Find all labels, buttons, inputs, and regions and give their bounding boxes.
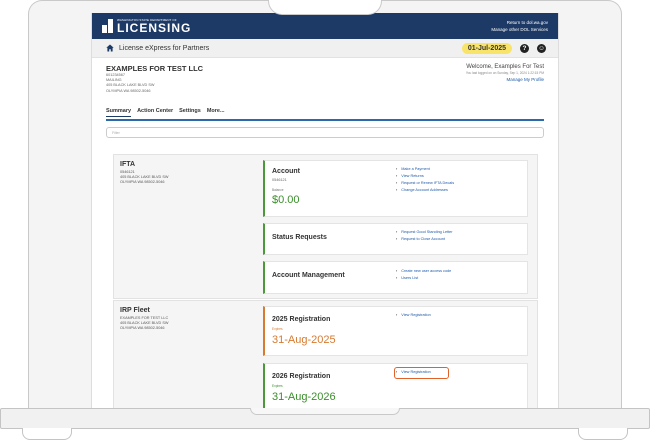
view-returns-link[interactable]: › View Returns	[396, 173, 454, 180]
registration-2026-expires-label: Expires	[272, 384, 283, 388]
registration-2026-title: 2026 Registration	[272, 373, 331, 380]
account-management-card: Account Management › Create new user acce…	[263, 261, 528, 294]
change-addresses-link[interactable]: › Change Account Addresses	[396, 187, 454, 194]
chevron-right-icon: ›	[396, 275, 398, 280]
status-links: › Request Good Standing Letter › Request t…	[396, 229, 453, 243]
laptop-notch	[268, 0, 382, 15]
chevron-right-icon: ›	[396, 230, 398, 234]
chevron-right-icon: ›	[396, 187, 398, 192]
ifta-panel: IFTA 0546121 405 BLACK LAKE BLVD SW OLYM…	[113, 154, 538, 299]
registration-2026-links: › View Registration	[396, 369, 431, 376]
registration-2025-links: › View Registration	[396, 312, 431, 319]
dol-logo[interactable]: WASHINGTON STATE DEPARTMENT OF LICENSING	[102, 18, 192, 35]
account-links: › Make a Payment › View Returns › Request o…	[396, 166, 454, 194]
chevron-right-icon: ›	[396, 173, 398, 178]
account-management-title: Account Management	[272, 272, 345, 279]
registration-2026-card: 2026 Registration Expires 31-Aug-2026 › V…	[263, 363, 528, 408]
create-access-code-link[interactable]: › Create new user access code	[396, 268, 451, 275]
header-links: Return to dol.wa.gov Manage other DOL Se…	[491, 19, 548, 33]
chevron-right-icon: ›	[396, 313, 398, 317]
balance-label: Balance	[272, 188, 284, 192]
chevron-right-icon: ›	[396, 236, 398, 241]
laptop-base-groove	[250, 408, 400, 415]
app-title: License eXpress for Partners	[119, 44, 210, 52]
profile-icon[interactable]: ☺	[537, 43, 546, 53]
registration-2025-title: 2025 Registration	[272, 316, 331, 323]
status-requests-card: Status Requests › Request Good Standing L…	[263, 223, 528, 255]
help-icon[interactable]: ?	[520, 43, 529, 53]
chevron-right-icon: ›	[396, 269, 398, 273]
users-list-link[interactable]: › Users List	[396, 275, 451, 282]
return-link[interactable]: Return to dol.wa.gov	[491, 19, 548, 26]
irp-address-city: OLYMPIA WA 98502-5046	[120, 326, 165, 331]
account-header: EXAMPLES FOR TEST LLC 601234567 MAILING …	[92, 58, 558, 108]
main-tabs: Summary Action Center Settings More...	[106, 108, 544, 117]
ifta-title: IFTA	[120, 161, 136, 168]
balance-amount: $0.00	[272, 194, 300, 206]
tab-action-center[interactable]: Action Center	[137, 108, 173, 117]
screen: WASHINGTON STATE DEPARTMENT OF LICENSING…	[91, 13, 559, 408]
site-header: WASHINGTON STATE DEPARTMENT OF LICENSING…	[92, 13, 558, 39]
close-account-link[interactable]: › Request to Close Account	[396, 236, 453, 243]
laptop-foot-right	[578, 428, 628, 440]
last-login-text: You last logged on on Sunday, Sep 1, 202…	[465, 71, 544, 75]
tab-summary[interactable]: Summary	[106, 108, 132, 117]
management-links: › Create new user access code › Users List	[396, 268, 451, 282]
tab-more[interactable]: More...	[207, 108, 225, 117]
irp-panel: IRP Fleet EXAMPLES FOR TEST LLC 405 BLAC…	[113, 300, 538, 408]
ifta-decals-link[interactable]: › Request or Renew IFTA Decals	[396, 180, 454, 187]
status-requests-title: Status Requests	[272, 234, 327, 241]
make-payment-link[interactable]: › Make a Payment	[396, 166, 454, 173]
chevron-right-icon: ›	[396, 180, 398, 185]
manage-profile-link[interactable]: Manage My Profile	[466, 77, 544, 82]
ifta-account-card: Account 0546121 Balance $0.00 › Make a Pa…	[263, 160, 528, 217]
home-link[interactable]: License eXpress for Partners	[106, 44, 209, 52]
tab-underline	[106, 119, 544, 121]
logo-mark-icon	[102, 19, 114, 33]
app-navbar: License eXpress for Partners 01-Jul-2025…	[92, 39, 558, 58]
registration-2026-date: 31-Aug-2026	[272, 391, 336, 403]
account-card-number: 0546121	[272, 178, 287, 182]
welcome-message: Welcome, Examples For Test	[466, 64, 544, 70]
chevron-right-icon: ›	[396, 370, 398, 374]
registration-2025-card: 2025 Registration Expires 31-Aug-2025 › V…	[263, 306, 528, 356]
address-city: OLYMPIA WA 98502-5046	[106, 88, 151, 93]
filter-input[interactable]: Filter	[106, 126, 544, 138]
manage-services-link[interactable]: Manage other DOL Services	[491, 26, 548, 33]
registration-2025-expires-label: Expires	[272, 327, 283, 331]
view-registration-2025-link[interactable]: › View Registration	[396, 312, 431, 319]
current-date-badge: 01-Jul-2025	[461, 42, 512, 54]
registration-2025-date: 31-Aug-2025	[272, 334, 336, 346]
laptop-foot-left	[22, 428, 72, 440]
welcome-block: Welcome, Examples For Test You last logg…	[466, 64, 544, 82]
tab-settings[interactable]: Settings	[179, 108, 201, 117]
view-registration-2026-link[interactable]: › View Registration	[396, 369, 431, 376]
good-standing-link[interactable]: › Request Good Standing Letter	[396, 229, 453, 236]
ifta-address-city: OLYMPIA WA 98502-5046	[120, 180, 165, 185]
logo-title: LICENSING	[117, 20, 192, 35]
home-icon	[106, 44, 114, 52]
chevron-right-icon: ›	[396, 167, 398, 171]
irp-title: IRP Fleet	[120, 307, 150, 314]
account-card-title: Account	[272, 168, 300, 175]
